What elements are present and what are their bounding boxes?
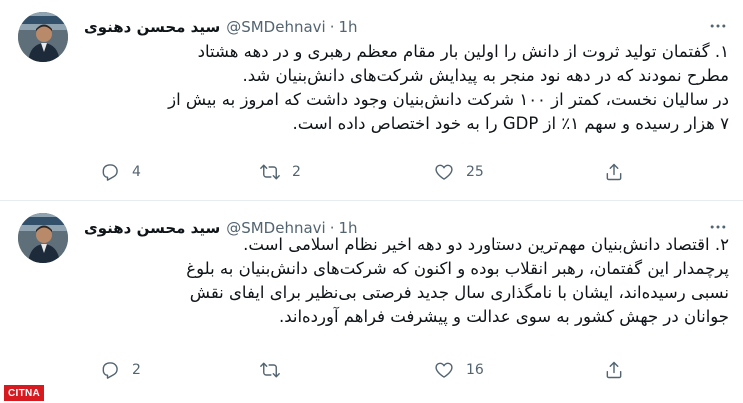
retweet-count: 2 <box>292 164 301 180</box>
tweet-1[interactable]: سید محسن دهنوی @SMDehnavi · 1h ۱. گفتمان… <box>0 0 743 200</box>
author-name[interactable]: سید محسن دهنوی <box>84 18 220 36</box>
timestamp[interactable]: 1h <box>339 18 358 36</box>
tweet-line: ۱. گفتمان تولید ثروت از دانش را اولین با… <box>197 42 729 61</box>
share-button[interactable] <box>604 160 624 184</box>
like-count: 25 <box>466 164 484 180</box>
heart-icon <box>435 164 453 180</box>
avatar[interactable] <box>18 12 68 62</box>
avatar-image <box>18 213 68 263</box>
tweet-header: سید محسن دهنوی @SMDehnavi · 1h <box>84 16 358 38</box>
tweet-text: ۱. گفتمان تولید ثروت از دانش را اولین با… <box>84 40 729 136</box>
like-count: 16 <box>466 362 484 378</box>
tweet-line: پرچمدار این گفتمان، رهبر انقلاب بوده و ا… <box>186 259 729 278</box>
avatar[interactable] <box>18 213 68 263</box>
tweet-line: مطرح نمودند که در دهه نود منجر به پیدایش… <box>242 66 729 85</box>
like-button[interactable]: 16 <box>434 358 484 382</box>
tweet-text: ۲. اقتصاد دانش‌بنیان مهم‌ترین دستاورد دو… <box>84 233 729 329</box>
reply-count: 4 <box>132 164 141 180</box>
reply-count: 2 <box>132 362 141 378</box>
retweet-icon <box>260 164 280 180</box>
reply-button[interactable]: 4 <box>100 160 141 184</box>
avatar-image <box>18 12 68 62</box>
tweet-line: جوانان در جهش کشور به سوی عدالت و پیشرفت… <box>278 307 729 326</box>
more-icon[interactable] <box>706 14 730 38</box>
tweet-line: ۲. اقتصاد دانش‌بنیان مهم‌ترین دستاورد دو… <box>243 235 729 254</box>
retweet-button[interactable]: 2 <box>260 160 301 184</box>
like-button[interactable]: 25 <box>434 160 484 184</box>
tweet-line: ۷ هزار رسیده و سهم ۱٪ از GDP را به خود ا… <box>292 114 729 133</box>
watermark-logo: CITNA <box>4 385 44 401</box>
heart-icon <box>435 362 453 378</box>
share-icon <box>606 361 622 379</box>
author-handle[interactable]: @SMDehnavi <box>226 18 326 36</box>
tweet-line: نسبی رسیده‌اند، ایشان با نامگذاری سال جد… <box>189 283 729 302</box>
tweet-actions: 4 2 25 <box>84 160 644 184</box>
retweet-icon <box>260 362 280 378</box>
reply-icon <box>102 362 118 379</box>
reply-button[interactable]: 2 <box>100 358 141 382</box>
retweet-button[interactable] <box>260 358 292 382</box>
tweet-actions: 2 16 <box>84 358 644 382</box>
share-button[interactable] <box>604 358 624 382</box>
tweet-line: در سالیان نخست، کمتر از ۱۰۰ شرکت دانش‌بن… <box>168 90 729 109</box>
separator: · <box>329 18 335 36</box>
share-icon <box>606 163 622 181</box>
reply-icon <box>102 164 118 181</box>
